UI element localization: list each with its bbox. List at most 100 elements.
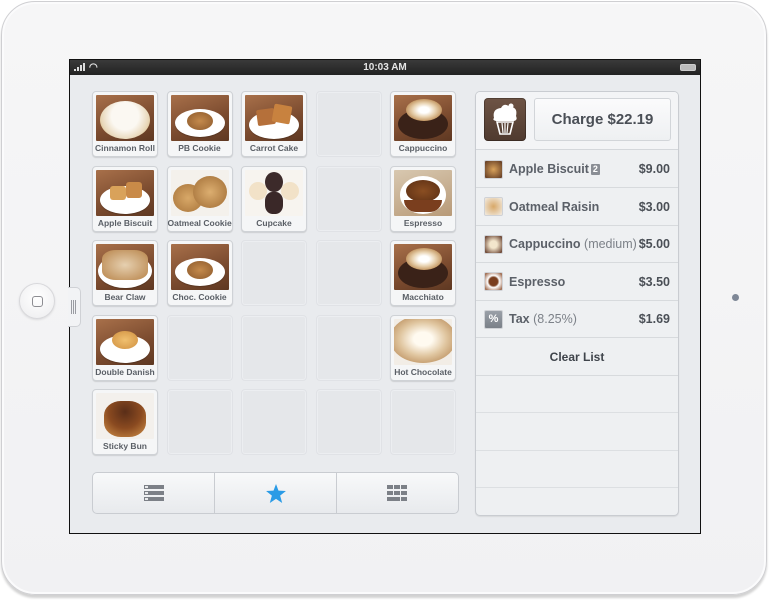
empty-slot[interactable] [315, 91, 382, 157]
item-name: Oatmeal Raisin [509, 199, 600, 214]
empty-slot[interactable] [241, 389, 307, 455]
product-label: Hot Chocolate [394, 366, 452, 377]
product-photo [394, 244, 452, 290]
empty-slot[interactable] [390, 389, 456, 455]
product-tile[interactable]: Carrot Cake [241, 91, 307, 157]
product-label: Double Danish [95, 366, 155, 377]
home-square-icon [32, 296, 43, 307]
item-price: $5.00 [638, 237, 670, 251]
item-name: Apple Biscuit 2 [509, 162, 600, 176]
item-thumbnail [484, 197, 503, 216]
empty-order-row [476, 451, 678, 488]
signal-bars-icon [74, 63, 85, 71]
product-label: PB Cookie [178, 143, 221, 153]
product-tile[interactable]: Espresso [390, 165, 456, 232]
status-bar: ◠ 10:03 AM [70, 60, 700, 75]
item-thumbnail [484, 159, 503, 179]
wifi-icon: ◠ [89, 62, 98, 73]
product-photo [170, 169, 229, 216]
product-tile[interactable]: Apple Biscuit [92, 165, 158, 232]
grid-view-button[interactable] [337, 473, 458, 513]
quantity-badge: 2 [590, 164, 600, 175]
product-label: Cappuccino [398, 143, 448, 153]
order-line-item[interactable]: Cappuccino (medium) $5.00 [476, 226, 678, 263]
home-button[interactable] [19, 283, 55, 319]
product-photo [96, 244, 154, 290]
product-tile[interactable]: Macchiato [390, 240, 456, 306]
order-panel: Charge $22.19 Apple Biscuit 2 $9.00 Oatmeal… [475, 91, 679, 516]
product-label: Cupcake [256, 217, 292, 228]
product-tile[interactable]: Choc. Cookie [166, 240, 233, 306]
product-label: Choc. Cookie [172, 292, 227, 302]
clear-list-label: Clear List [549, 349, 605, 364]
product-tile[interactable]: Cappuccino [390, 91, 456, 157]
tax-rate: (8.25%) [533, 312, 577, 326]
empty-slot[interactable] [241, 240, 307, 306]
status-time: 10:03 AM [363, 62, 407, 73]
item-name: Cappuccino (medium) [509, 237, 637, 251]
product-label: Sticky Bun [103, 441, 147, 451]
view-toolbar [92, 472, 459, 514]
product-photo [96, 318, 154, 365]
screen: ◠ 10:03 AM Cinnamon Roll PB Cookie Carrot … [68, 59, 701, 534]
product-photo [394, 95, 452, 141]
product-label: Bear Claw [104, 292, 146, 302]
tax-label: Tax (8.25%) [509, 312, 577, 326]
product-tile[interactable]: Cinnamon Roll [92, 91, 158, 157]
empty-slot[interactable] [315, 314, 382, 381]
pos-app: Cinnamon Roll PB Cookie Carrot Cake Cappucc… [68, 75, 700, 533]
product-photo [394, 318, 452, 365]
product-label: Oatmeal Cookie [167, 217, 232, 228]
list-view-button[interactable] [93, 473, 215, 513]
grid-icon [387, 485, 407, 501]
order-line-item[interactable]: Apple Biscuit 2 $9.00 [476, 151, 678, 188]
empty-slot[interactable] [315, 240, 382, 306]
cupcake-icon [484, 98, 526, 141]
empty-order-row [476, 414, 678, 451]
product-tile[interactable]: Bear Claw [92, 240, 158, 306]
empty-slot[interactable] [315, 165, 382, 232]
tax-amount: $1.69 [638, 312, 670, 326]
camera-icon [732, 294, 739, 301]
product-photo [96, 95, 154, 141]
product-tile[interactable]: Cupcake [241, 165, 307, 232]
product-tile[interactable]: Oatmeal Cookie [166, 165, 233, 232]
product-photo [170, 244, 229, 290]
empty-order-row [476, 376, 678, 413]
item-price: $3.00 [638, 199, 670, 214]
product-photo [245, 95, 303, 141]
product-label: Espresso [403, 217, 443, 228]
order-line-item[interactable]: Espresso $3.50 [476, 264, 678, 301]
product-photo [394, 169, 452, 216]
product-label: Apple Biscuit [97, 217, 153, 228]
item-modifier: (medium) [584, 237, 637, 251]
favorites-button[interactable] [215, 473, 337, 513]
item-name: Espresso [509, 274, 566, 289]
product-photo [170, 95, 229, 141]
item-thumbnail [484, 272, 503, 291]
empty-slot[interactable] [241, 314, 307, 381]
product-tile[interactable]: Double Danish [92, 314, 158, 381]
product-photo [96, 169, 154, 216]
empty-slot[interactable] [315, 389, 382, 455]
empty-order-row [476, 489, 678, 516]
product-label: Macchiato [402, 292, 444, 302]
order-line-item[interactable]: Oatmeal Raisin $3.00 [476, 189, 678, 226]
product-tile[interactable]: Hot Chocolate [390, 314, 456, 381]
empty-slot[interactable] [166, 389, 233, 455]
percent-icon: % [484, 309, 503, 329]
drawer-handle[interactable] [68, 287, 81, 327]
battery-icon [680, 64, 696, 71]
product-photo [245, 169, 303, 216]
charge-button[interactable]: Charge $22.19 [534, 98, 671, 141]
list-icon [143, 485, 164, 501]
tax-row: % Tax (8.25%) $1.69 [476, 301, 678, 338]
star-icon [265, 483, 286, 503]
product-label: Cinnamon Roll [95, 143, 155, 153]
clear-list-button[interactable]: Clear List [476, 339, 678, 376]
product-tile[interactable]: PB Cookie [166, 91, 233, 157]
product-tile[interactable]: Sticky Bun [92, 389, 158, 455]
product-label: Carrot Cake [249, 143, 299, 153]
empty-slot[interactable] [166, 314, 233, 381]
item-price: $9.00 [638, 162, 670, 176]
